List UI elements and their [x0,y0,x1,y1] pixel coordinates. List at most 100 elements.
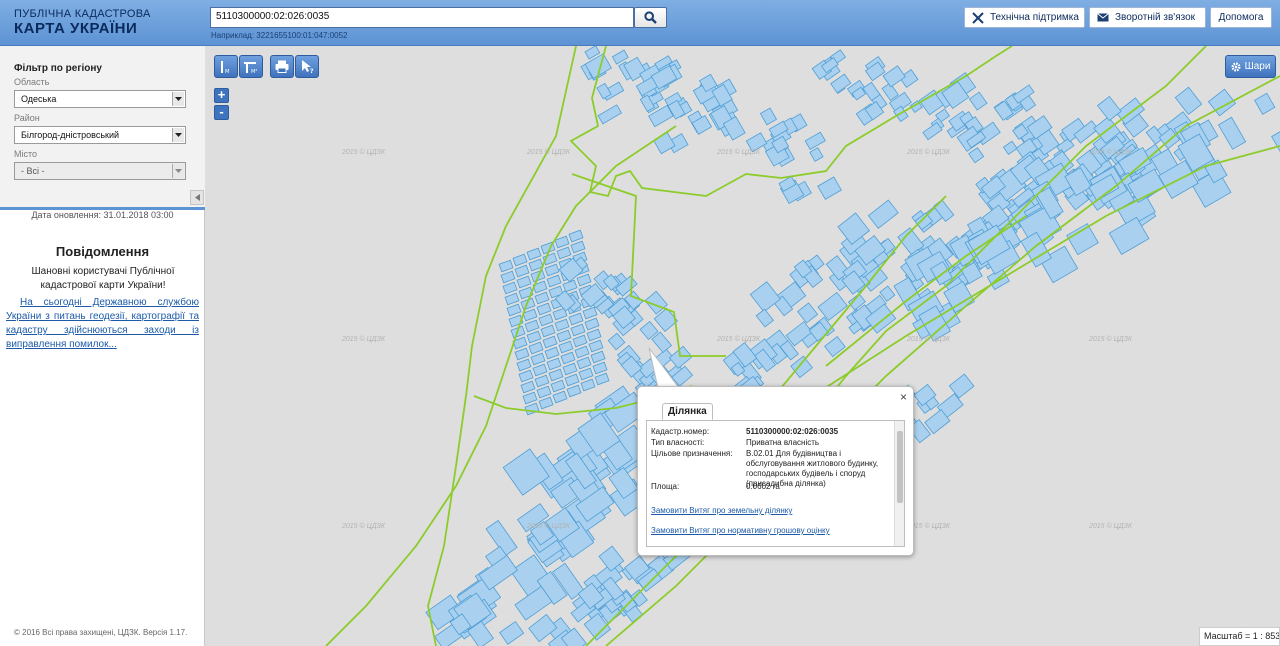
land-parcel[interactable] [552,390,568,404]
land-parcel[interactable] [516,275,532,289]
land-parcel[interactable] [568,229,584,243]
land-parcel[interactable] [797,302,819,324]
land-parcel[interactable] [542,335,558,349]
land-parcel[interactable] [516,358,532,372]
map-canvas[interactable]: 2015 © ЦДЗК 2015 © ЦДЗК 2015 © ЦДЗК 2015… [206,46,1280,646]
land-parcel[interactable] [570,323,586,337]
land-parcel[interactable] [572,334,588,348]
land-parcel[interactable] [582,306,598,320]
notice-link[interactable]: На сьогодні Державною службою України з … [6,296,199,352]
land-parcel[interactable] [560,351,576,365]
land-parcel[interactable] [540,324,556,338]
land-parcel[interactable] [576,273,592,287]
land-parcel[interactable] [882,65,906,88]
close-icon[interactable]: × [900,390,907,404]
land-parcel[interactable] [524,319,540,333]
cadastral-map[interactable] [206,46,1280,646]
land-parcel[interactable] [790,355,813,379]
land-parcel[interactable] [538,396,554,410]
layers-button[interactable]: Шари [1225,55,1276,78]
logo[interactable]: ПУБЛІЧНА КАДАСТРОВА КАРТА УКРАЇНИ [14,9,151,37]
land-parcel[interactable] [968,147,985,164]
land-parcel[interactable] [597,104,623,125]
search-button[interactable] [634,7,667,28]
land-parcel[interactable] [759,107,778,126]
land-parcel[interactable] [500,270,516,284]
land-parcel[interactable] [506,303,522,317]
measure-line-button[interactable]: M [214,55,238,78]
zoom-in-button[interactable]: + [214,88,229,103]
land-parcel[interactable] [653,132,676,155]
land-parcel[interactable] [568,312,584,326]
land-parcel[interactable] [538,313,554,327]
land-parcel[interactable] [749,281,781,313]
land-parcel[interactable] [570,240,586,254]
popup-scrollbar[interactable] [894,421,904,546]
land-parcel[interactable] [558,340,574,354]
print-button[interactable] [270,55,294,78]
land-parcel[interactable] [804,131,826,151]
land-parcel[interactable] [578,367,594,381]
land-parcel[interactable] [536,385,552,399]
land-parcel[interactable] [546,357,562,371]
oblast-select[interactable]: Одеська [14,90,186,108]
land-parcel[interactable] [528,613,558,643]
collapse-panel-button[interactable] [190,190,204,205]
land-parcel[interactable] [562,362,578,376]
land-parcel[interactable] [592,361,608,375]
land-parcel[interactable] [574,345,590,359]
land-parcel[interactable] [590,350,606,364]
land-parcel[interactable] [556,246,572,260]
land-parcel[interactable] [532,363,548,377]
measure-area-button[interactable]: M² [239,55,263,78]
land-parcel[interactable] [548,368,564,382]
land-parcel[interactable] [1217,116,1247,150]
land-parcel[interactable] [528,341,544,355]
tech-support-button[interactable]: Технічна підтримка [964,7,1085,28]
land-parcel[interactable] [1254,92,1276,115]
land-parcel[interactable] [1271,125,1280,157]
land-parcel[interactable] [809,147,824,162]
tab-parcel[interactable]: Ділянка [662,403,713,420]
order-valuation-link[interactable]: Замовити Витяг про нормативну грошову оц… [651,526,830,535]
land-parcel[interactable] [518,369,534,383]
city-select[interactable]: - Всі - [14,162,186,180]
land-parcel[interactable] [536,302,552,316]
identify-button[interactable]: ? [295,55,319,78]
land-parcel[interactable] [584,317,600,331]
land-parcel[interactable] [1096,95,1122,122]
land-parcel[interactable] [524,402,540,416]
land-parcel[interactable] [564,373,580,387]
land-parcel[interactable] [544,263,560,277]
zoom-out-button[interactable]: - [214,105,229,120]
land-parcel[interactable] [526,330,542,344]
land-parcel[interactable] [512,253,528,267]
land-parcel[interactable] [550,379,566,393]
land-parcel[interactable] [1066,223,1099,256]
order-extract-link[interactable]: Замовити Витяг про земельну ділянку [651,506,792,515]
land-parcel[interactable] [867,199,899,229]
help-button[interactable]: Допомога [1210,7,1272,28]
land-parcel[interactable] [526,247,542,261]
land-parcel[interactable] [588,339,604,353]
cadastral-search-input[interactable]: 5110300000:02:026:0035 [210,7,634,28]
land-parcel[interactable] [514,347,530,361]
land-parcel[interactable] [504,292,520,306]
land-parcel[interactable] [817,176,842,200]
land-parcel[interactable] [554,318,570,332]
land-parcel[interactable] [556,329,572,343]
land-parcel[interactable] [546,274,562,288]
land-parcel[interactable] [566,384,582,398]
land-parcel[interactable] [498,259,514,273]
land-parcel[interactable] [607,332,626,351]
land-parcel[interactable] [534,374,550,388]
feedback-button[interactable]: Зворотній зв'язок [1089,7,1206,28]
land-parcel[interactable] [576,356,592,370]
land-parcel[interactable] [968,91,988,111]
land-parcel[interactable] [514,264,530,278]
land-parcel[interactable] [534,291,550,305]
land-parcel[interactable] [530,352,546,366]
land-parcel[interactable] [520,380,536,394]
scroll-thumb[interactable] [897,431,903,503]
land-parcel[interactable] [1002,140,1018,156]
